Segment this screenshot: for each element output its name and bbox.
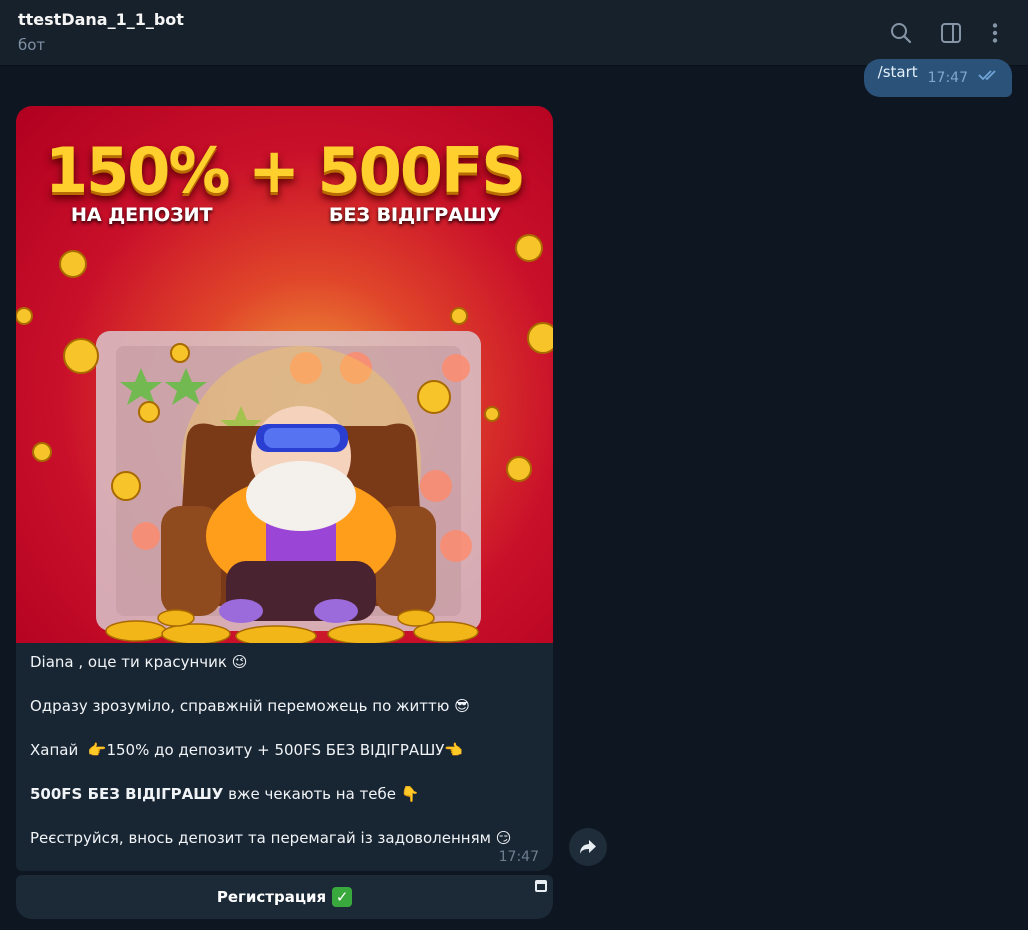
message-line-2: Одразу зрозуміло, справжній переможець п… <box>30 695 539 717</box>
outgoing-message-time: 17:47 <box>927 70 968 86</box>
line-3-text: 150% до депозиту + 500FS БЕЗ ВІДІГРАШУ <box>106 741 445 759</box>
sidebar-toggle-icon[interactable] <box>936 18 966 48</box>
web-app-icon <box>535 880 547 892</box>
line-5-text: Реєструйся, внось депозит та перемагай і… <box>30 829 491 847</box>
promo-sub-left-overlay: НА ДЕПОЗИТ <box>71 204 213 226</box>
search-icon[interactable] <box>886 18 916 48</box>
registration-button-label: Регистрация <box>216 888 327 906</box>
line-4-bold: 500FS БЕЗ ВІДІГРАШУ <box>30 785 224 803</box>
chat-header: ttestDana_1_1_bot бот <box>0 0 1028 66</box>
double-check-icon <box>978 66 1000 85</box>
point-left-emoji: 👈 <box>444 741 464 759</box>
message-line-3: Хапай 👉150% до депозиту + 500FS БЕЗ ВІДІ… <box>30 739 539 761</box>
outgoing-message[interactable]: /start 17:47 <box>863 59 1012 97</box>
chat-subtitle: бот <box>18 36 46 54</box>
sunglasses-emoji: 😎 <box>454 697 470 715</box>
line-4-text: вже чекають на тебе <box>223 785 401 803</box>
forward-icon <box>580 840 596 854</box>
line-3-pre: Хапай <box>30 741 83 759</box>
registration-button[interactable]: Регистрация ✓ <box>16 875 553 919</box>
point-right-emoji: 👉 <box>87 741 107 759</box>
message-line-4: 500FS БЕЗ ВІДІГРАШУ вже чекають на тебе … <box>30 783 539 805</box>
line-2-text: Одразу зрозуміло, справжній переможець п… <box>30 697 450 715</box>
more-vertical-icon[interactable] <box>980 18 1010 48</box>
incoming-message-time: 17:47 <box>498 849 539 865</box>
line-1-text: Diana , оце ти красунчик <box>30 653 227 671</box>
chat-title[interactable]: ttestDana_1_1_bot <box>18 10 184 29</box>
message-body: Diana , оце ти красунчик 😉 Одразу зрозум… <box>16 643 553 871</box>
smirk-emoji: 😏 <box>495 829 512 847</box>
incoming-message[interactable]: 150% + 500FS НА ДЕПОЗИТ БЕЗ ВІДІГРАШУ 15… <box>16 106 553 919</box>
promo-sub-right-overlay: БЕЗ ВІДІГРАШУ <box>329 204 501 226</box>
wink-emoji: 😉 <box>231 653 248 671</box>
message-list[interactable]: /start 17:47 150% + 500FS НА ДЕПОЗИТ БЕЗ… <box>0 59 1028 930</box>
check-mark-icon: ✓ <box>332 887 353 907</box>
promo-headline-overlay: 150% + 500FS <box>44 134 526 207</box>
forward-button[interactable] <box>569 828 607 866</box>
outgoing-message-text: /start <box>877 63 918 81</box>
message-line-1: Diana , оце ти красунчик 😉 <box>30 651 539 673</box>
message-line-5: Реєструйся, внось депозит та перемагай і… <box>30 827 539 849</box>
point-down-emoji: 👇 <box>400 785 420 803</box>
promo-image[interactable]: 150% + 500FS НА ДЕПОЗИТ БЕЗ ВІДІГРАШУ 15… <box>16 106 553 643</box>
